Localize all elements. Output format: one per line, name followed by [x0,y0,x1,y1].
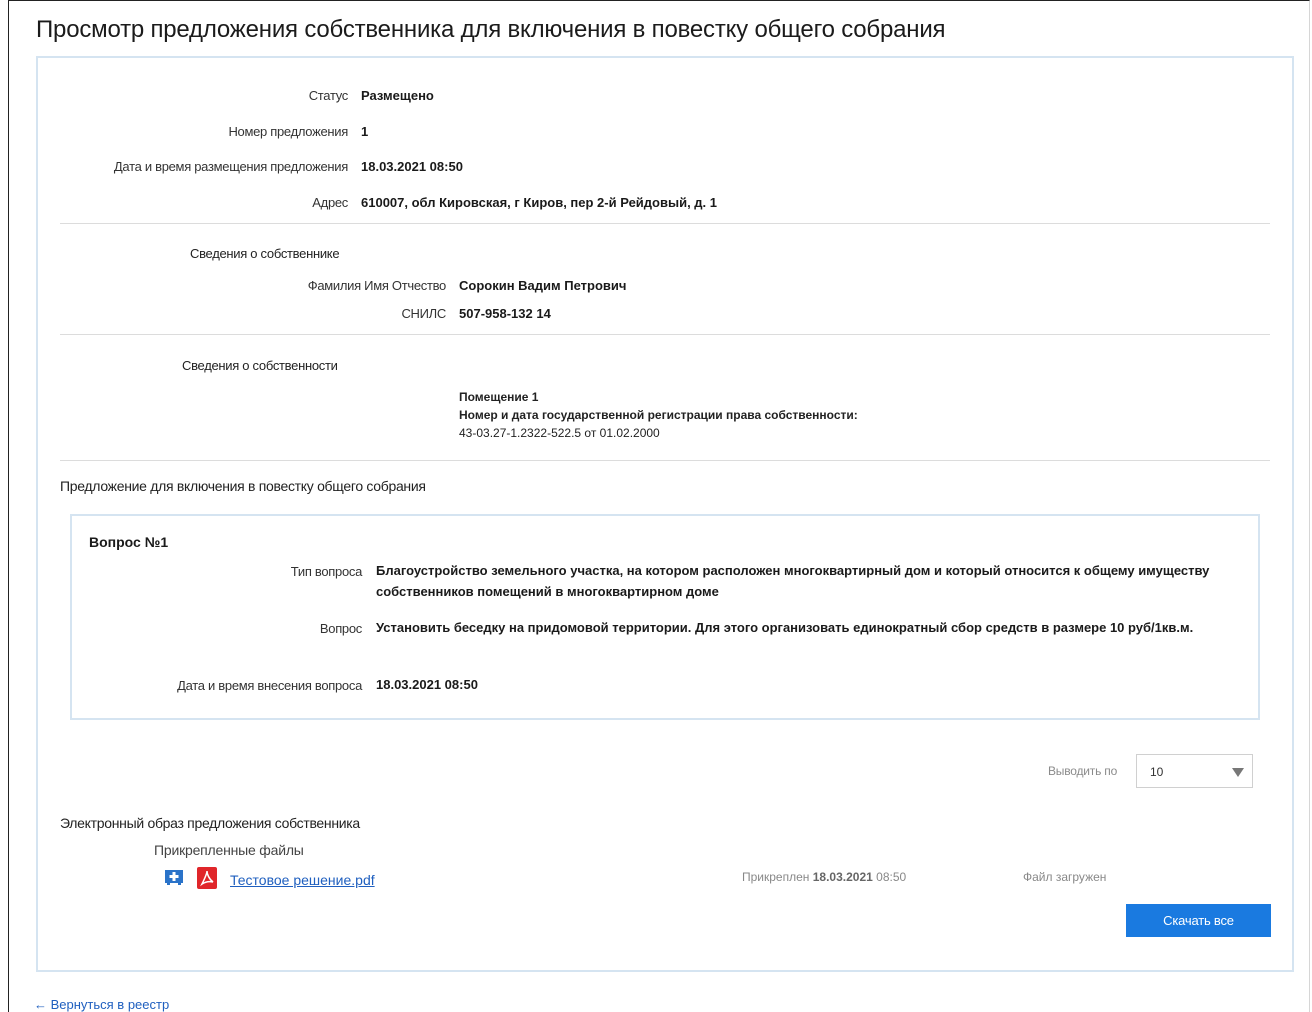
attached-date: 18.03.2021 [812,870,873,884]
download-all-button[interactable]: Скачать все [1126,904,1271,937]
file-link[interactable]: Тестовое решение.pdf [230,872,375,888]
chevron-down-icon [1232,768,1244,777]
attached-files-label: Прикрепленные файлы [154,842,304,858]
snils-label: СНИЛС [401,306,446,321]
status-label: Статус [308,88,349,103]
question-value: Установить беседку на придомовой террито… [376,620,1194,635]
property-details: Помещение 1 Номер и дата государственной… [459,388,858,442]
property-reg-value: 43-03.27-1.2322-522.5 от 01.02.2000 [459,426,660,440]
page-title: Просмотр предложения собственника для вк… [36,16,946,43]
property-room: Помещение 1 [459,390,539,404]
divider [60,334,1270,335]
divider [60,460,1270,461]
date-label: Дата и время размещения предложения [113,159,348,174]
question-date-label: Дата и время внесения вопроса [177,678,362,693]
fio-value: Сорокин Вадим Петрович [459,278,627,293]
pdf-file-icon [197,867,217,889]
number-label: Номер предложения [228,124,348,139]
question-label: Вопрос [319,621,362,636]
address-row: Адрес 610007, обл Кировская, г Киров, пе… [60,195,717,210]
fio-row: Фамилия Имя Отчество Сорокин Вадим Петро… [60,278,627,293]
question-date-value: 18.03.2021 08:50 [376,677,478,692]
add-to-basket-icon[interactable] [164,867,184,887]
back-to-registry-link[interactable]: ← Вернуться в реестр [34,997,169,1012]
electronic-section-label: Электронный образ предложения собственни… [60,815,360,831]
property-reg-label: Номер и дата государственной регистрации… [459,408,858,422]
status-value: Размещено [361,88,434,103]
divider [60,223,1270,224]
per-page-value: 10 [1150,765,1164,779]
snils-row: СНИЛС 507-958-132 14 [60,306,551,321]
date-row: Дата и время размещения предложения 18.0… [60,159,463,174]
snils-value: 507-958-132 14 [459,306,551,321]
fio-label: Фамилия Имя Отчество [307,278,447,293]
attached-prefix: Прикреплен [742,870,810,884]
file-status: Файл загружен [1023,870,1107,884]
owner-section-label: Сведения о собственнике [190,246,340,261]
attached-time: 08:50 [876,870,907,884]
proposal-section-label: Предложение для включения в повестку общ… [60,478,426,494]
address-label: Адрес [312,195,348,210]
status-row: Статус Размещено [60,88,434,103]
number-value: 1 [361,124,369,139]
date-value: 18.03.2021 08:50 [361,159,463,174]
property-section-label: Сведения о собственности [182,358,338,373]
question-type-value: Благоустройство земельного участка, на к… [376,563,1210,599]
attached-meta: Прикреплен 18.03.2021 08:50 [742,870,906,884]
number-row: Номер предложения 1 [60,124,368,139]
per-page-label: Выводить по [1048,764,1118,778]
address-value: 610007, обл Кировская, г Киров, пер 2-й … [361,195,717,210]
per-page-select[interactable]: 10 [1136,754,1253,788]
question-type-label: Тип вопроса [290,564,363,579]
question-title: Вопрос №1 [89,534,169,550]
